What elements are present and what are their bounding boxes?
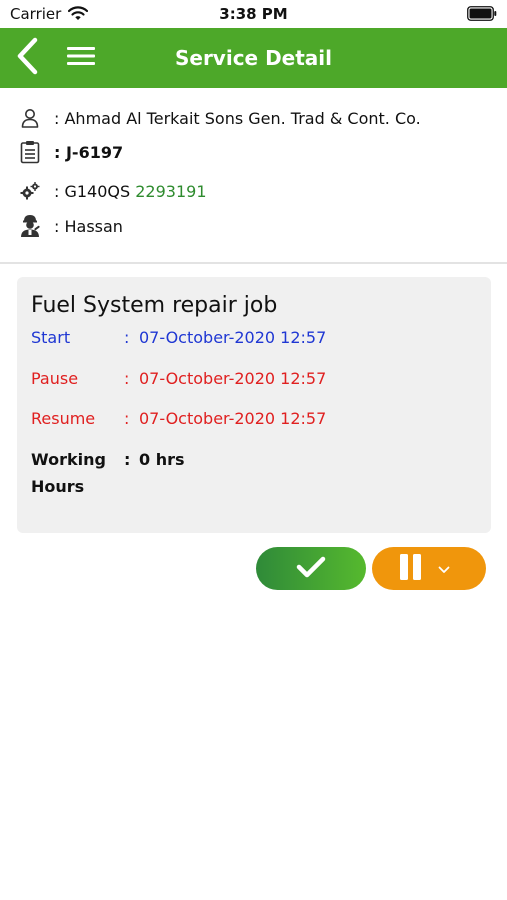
mechanic-icon [18, 214, 42, 238]
working-hours-value: 0 hrs [139, 450, 185, 469]
clock: 3:38 PM [219, 5, 288, 23]
chevron-down-icon[interactable] [438, 559, 450, 578]
battery-icon [467, 6, 497, 21]
working-hours-label-line2: Hours [31, 477, 85, 496]
equipment-model: : G140QS 2293191 [54, 182, 207, 201]
technician-row: : Hassan [18, 214, 123, 238]
start-colon: : [124, 328, 130, 347]
start-value: 07-October-2020 12:57 [139, 328, 327, 347]
job-row: : J-6197 [18, 140, 123, 164]
start-label: Start [31, 328, 71, 347]
pause-colon: : [124, 369, 130, 388]
hamburger-menu-icon [67, 45, 95, 71]
technician-name: : Hassan [54, 216, 123, 236]
serial-number: 2293191 [135, 181, 207, 201]
service-info: : Ahmad Al Terkait Sons Gen. Trad & Cont… [0, 88, 507, 262]
pause-icon [398, 553, 424, 585]
customer-row: : Ahmad Al Terkait Sons Gen. Trad & Cont… [18, 106, 421, 130]
resume-label: Resume [31, 409, 96, 428]
complete-button[interactable] [256, 547, 366, 590]
working-hours-colon: : [124, 450, 131, 469]
navbar: Service Detail [0, 28, 507, 88]
pause-value: 07-October-2020 12:57 [139, 369, 327, 388]
job-number: : J-6197 [54, 142, 124, 162]
equipment-row: : G140QS 2293191 [18, 179, 207, 203]
gears-icon [18, 179, 42, 203]
resume-value: 07-October-2020 12:57 [139, 409, 327, 428]
section-divider [0, 262, 507, 264]
customer-name: : Ahmad Al Terkait Sons Gen. Trad & Cont… [54, 108, 421, 128]
resume-colon: : [124, 409, 130, 428]
chevron-left-icon [16, 37, 38, 79]
pause-label: Pause [31, 369, 79, 388]
status-bar: Carrier 3:38 PM [0, 0, 507, 28]
user-icon [18, 106, 42, 130]
working-hours-label-line1: Working [31, 450, 106, 469]
task-title: Fuel System repair job [31, 293, 278, 318]
task-card: Fuel System repair job Start : 07-Octobe… [17, 277, 491, 533]
checkmark-icon [296, 556, 326, 582]
model-number: : G140QS [54, 181, 136, 201]
pause-button[interactable] [372, 547, 486, 590]
clipboard-icon [18, 140, 42, 164]
menu-button[interactable] [64, 40, 98, 76]
back-button[interactable] [10, 36, 44, 80]
